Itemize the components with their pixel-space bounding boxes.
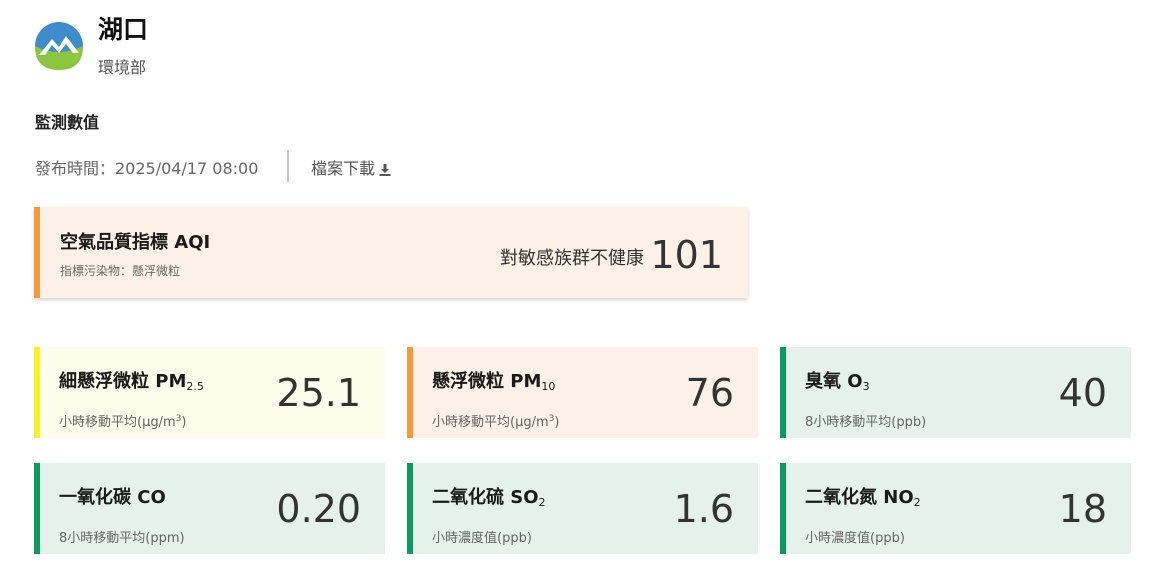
aqi-title: 空氣品質指標 AQI <box>60 232 211 253</box>
aqi-status: 對敏感族群不健康 <box>500 248 644 269</box>
pollutant-card-co: 一氧化碳 CO 8小時移動平均(ppm) 0.20 <box>34 463 385 554</box>
pollutant-card-no2: 二氧化氮 NO2 小時濃度值(ppb) 18 <box>780 463 1131 554</box>
pollutant-value: 76 <box>685 371 734 415</box>
download-button[interactable]: 檔案下載 <box>311 155 391 179</box>
pollutant-name: 臭氧 O3 <box>805 371 870 393</box>
section-title: 監測數值 <box>35 113 100 132</box>
download-icon <box>379 163 391 176</box>
pollutant-card-o3: 臭氧 O3 8小時移動平均(ppb) 40 <box>780 347 1131 438</box>
pollutant-unit: 小時移動平均(μg/m3) <box>432 414 560 430</box>
pollutant-value: 18 <box>1058 487 1107 531</box>
aqi-value: 101 <box>650 233 723 277</box>
pollutant-value: 0.20 <box>276 487 361 531</box>
pollutant-name: 二氧化硫 SO2 <box>432 487 546 509</box>
pollutant-value: 25.1 <box>276 371 361 415</box>
pollutant-unit: 小時濃度值(ppb) <box>432 531 532 546</box>
pollutant-unit: 8小時移動平均(ppm) <box>59 531 185 546</box>
pollutant-unit: 小時濃度值(ppb) <box>805 531 905 546</box>
pollutant-unit: 8小時移動平均(ppb) <box>805 415 927 430</box>
moenv-logo-icon <box>35 22 83 70</box>
aqi-card: 空氣品質指標 AQI 指標污染物：懸浮微粒 對敏感族群不健康 101 <box>34 207 748 298</box>
pollutant-value: 1.6 <box>673 487 734 531</box>
pollutant-name: 一氧化碳 CO <box>59 487 166 508</box>
aqi-main-pollutant: 指標污染物：懸浮微粒 <box>60 264 181 278</box>
divider <box>287 150 289 182</box>
pollutant-name: 二氧化氮 NO2 <box>805 487 921 509</box>
pollutant-unit: 小時移動平均(μg/m3) <box>59 414 187 430</box>
pollutant-name: 懸浮微粒 PM10 <box>432 371 556 393</box>
pollutant-card-so2: 二氧化硫 SO2 小時濃度值(ppb) 1.6 <box>407 463 758 554</box>
pollutant-card-pm10: 懸浮微粒 PM10 小時移動平均(μg/m3) 76 <box>407 347 758 438</box>
publish-time: 發布時間：2025/04/17 08:00 <box>35 159 259 178</box>
station-name: 湖口 <box>98 15 149 44</box>
download-label: 檔案下載 <box>311 159 376 178</box>
agency-name: 環境部 <box>98 58 147 77</box>
pollutant-value: 40 <box>1058 371 1107 415</box>
pollutant-card-pm25: 細懸浮微粒 PM2.5 小時移動平均(μg/m3) 25.1 <box>34 347 385 438</box>
pollutant-name: 細懸浮微粒 PM2.5 <box>59 371 204 393</box>
